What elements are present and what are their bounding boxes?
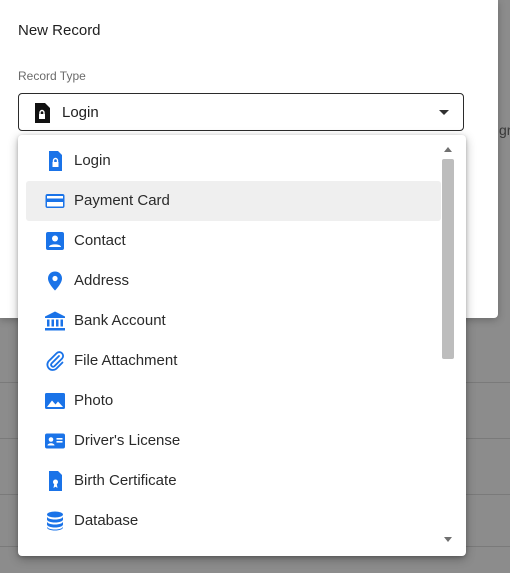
location-pin-icon	[44, 270, 66, 292]
menu-item-label: File Attachment	[74, 352, 178, 369]
menu-item-address[interactable]: Address	[26, 261, 441, 301]
paperclip-icon	[44, 350, 66, 372]
menu-item-label: Database	[74, 512, 139, 529]
dialog-title: New Record	[18, 22, 101, 39]
chevron-down-icon	[439, 110, 449, 115]
id-card-icon	[44, 430, 66, 452]
menu-item-label: Contact	[74, 232, 126, 249]
menu-item-label: Photo	[74, 392, 114, 409]
login-lock-icon	[33, 103, 51, 123]
menu-item-label: Address	[74, 272, 130, 289]
menu-item-payment-card[interactable]: Payment Card	[26, 181, 441, 221]
record-type-label: Record Type	[18, 69, 86, 83]
menu-item-birth-certificate[interactable]: Birth Certificate	[26, 461, 441, 501]
menu-item-login[interactable]: Login	[26, 141, 441, 181]
menu-item-drivers-license[interactable]: Driver's License	[26, 421, 441, 461]
bg-partial-text: gr	[499, 122, 510, 138]
menu-item-database[interactable]: Database	[26, 501, 441, 541]
menu-item-label: Bank Account	[74, 312, 166, 329]
scroll-down-arrow-icon[interactable]	[444, 537, 452, 542]
dropdown-list: Login Payment Card Contact Address Bank	[26, 141, 441, 541]
record-type-select[interactable]: Login	[18, 93, 464, 131]
menu-item-label: Login	[74, 152, 111, 169]
menu-item-contact[interactable]: Contact	[26, 221, 441, 261]
scrollbar-thumb[interactable]	[442, 159, 454, 359]
menu-item-label: Payment Card	[74, 192, 170, 209]
login-lock-icon	[44, 150, 66, 172]
record-type-value: Login	[62, 104, 99, 121]
contact-person-icon	[44, 230, 66, 252]
menu-item-file-attachment[interactable]: File Attachment	[26, 341, 441, 381]
menu-item-photo[interactable]: Photo	[26, 381, 441, 421]
record-type-dropdown: Login Payment Card Contact Address Bank	[18, 135, 466, 556]
dropdown-scrollbar[interactable]	[441, 141, 455, 549]
menu-item-label: Birth Certificate	[74, 472, 177, 489]
credit-card-icon	[44, 190, 66, 212]
menu-item-label: Driver's License	[74, 432, 181, 449]
scroll-up-arrow-icon[interactable]	[444, 147, 452, 152]
database-icon	[44, 510, 66, 532]
bank-icon	[44, 310, 66, 332]
certificate-icon	[44, 470, 66, 492]
menu-item-bank-account[interactable]: Bank Account	[26, 301, 441, 341]
photo-icon	[44, 390, 66, 412]
